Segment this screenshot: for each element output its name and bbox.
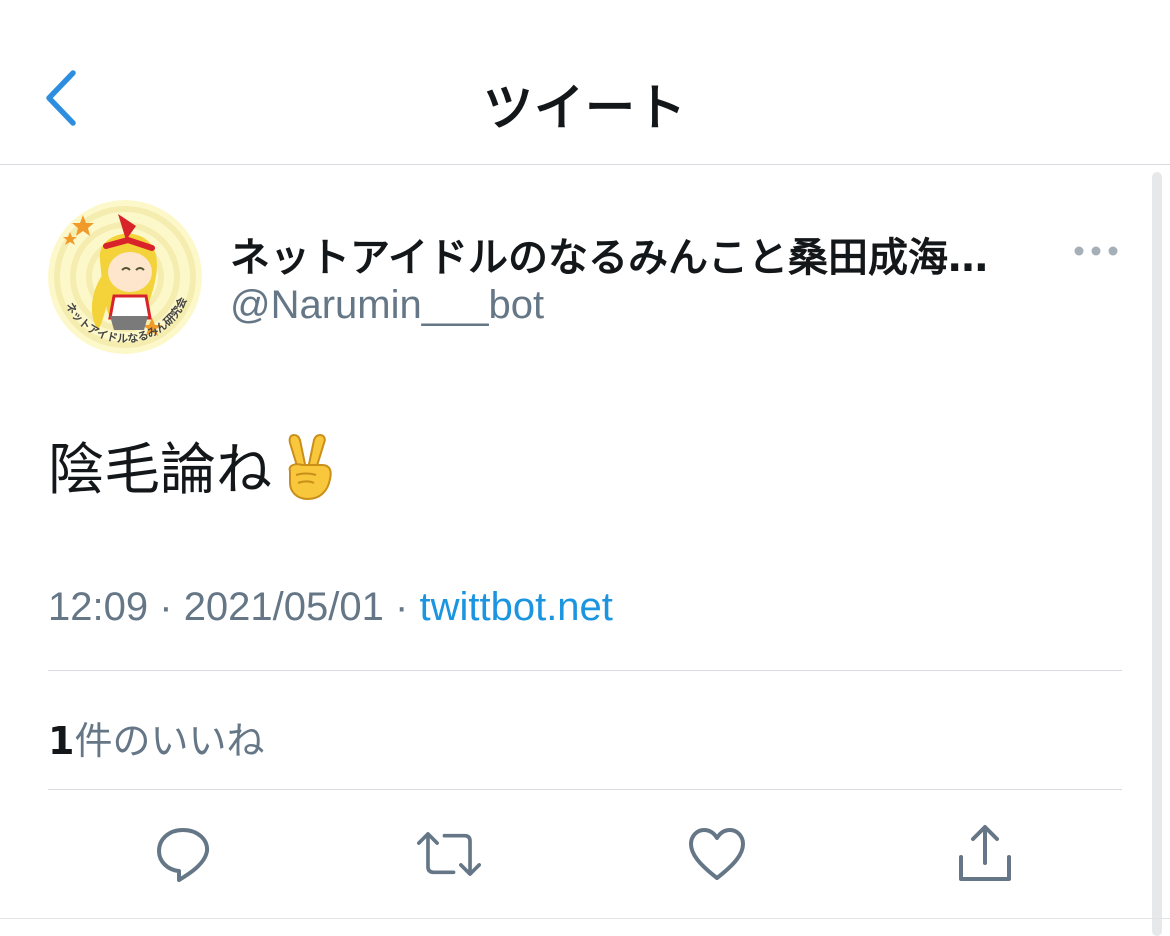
tweet-body: 陰毛論ね [48,438,272,503]
likes-label: 件のいいね [74,719,265,763]
user-handle[interactable]: @Narumin___bot [230,283,544,328]
likes-count: 1 [48,719,75,763]
retweet-icon [417,832,481,876]
retweet-button[interactable] [417,822,481,886]
tweet-text: 陰毛論ね [48,425,340,506]
share-button[interactable] [953,822,1017,886]
meta-separator: · [395,585,409,629]
divider [48,789,1122,790]
reply-button[interactable] [151,822,215,886]
more-icon [1074,246,1118,256]
heart-icon [689,828,745,880]
tweet-source-link[interactable]: twittbot.net [419,585,612,629]
meta-separator: · [159,585,173,629]
tweet-date: 2021/05/01 [183,585,384,629]
page-title: ツイート [483,79,687,137]
avatar-illustration: ネットアイドルなるみん研究会 [48,200,202,354]
like-button[interactable] [685,822,749,886]
likes-summary[interactable]: 1件のいいね [48,710,264,765]
avatar[interactable]: ネットアイドルなるみん研究会 [48,200,202,354]
tweet-time: 12:09 [48,585,149,629]
victory-hand-icon [276,431,340,501]
tweet-meta: 12:09 · 2021/05/01 · twittbot.net [48,585,613,630]
share-icon [959,825,1011,881]
display-name[interactable]: ネットアイドルのなるみんこと桑田成海… [230,225,1030,283]
navigation-bar: ツイート [0,0,1170,165]
scrollbar[interactable] [1152,172,1162,936]
more-options-button[interactable] [1068,235,1124,267]
reply-icon [157,828,210,882]
divider [48,670,1122,671]
divider [0,918,1170,919]
